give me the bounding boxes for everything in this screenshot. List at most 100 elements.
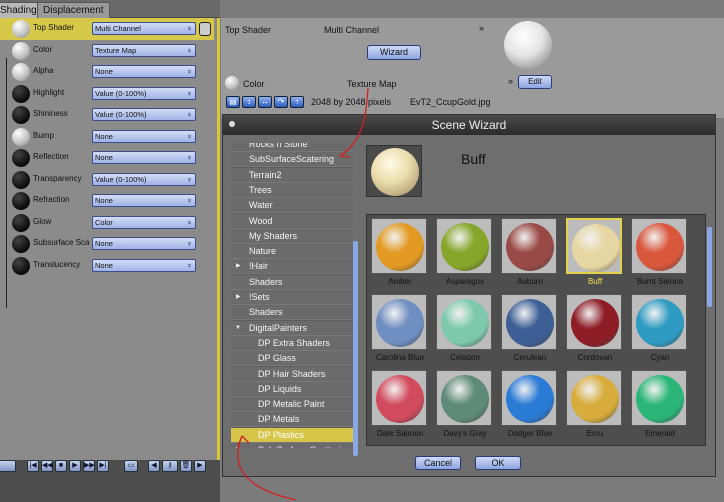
channel-row[interactable]: Subsurface Sca None — [0, 233, 214, 255]
channel-select[interactable]: None — [92, 129, 196, 143]
wizard-button[interactable]: Wizard — [367, 45, 421, 60]
category-item[interactable]: SubSurfaceScatering — [231, 152, 353, 168]
category-item[interactable]: My Shaders — [231, 228, 353, 244]
category-item[interactable]: DP Liquids — [231, 381, 353, 397]
channel-row[interactable]: Alpha None — [0, 61, 214, 83]
swatch-label: Dodger Blue — [507, 429, 553, 438]
swatch-item[interactable]: Dark Salmon — [369, 370, 427, 442]
channel-select[interactable]: None — [92, 65, 196, 78]
category-item[interactable]: DigitalPainters — [231, 320, 353, 336]
screen-icon[interactable]: ▭ — [124, 460, 138, 472]
category-item[interactable]: Rocks n Stone — [231, 143, 353, 152]
swatch-item[interactable]: Cordovan — [564, 294, 622, 366]
category-item[interactable]: DP Hair Shaders — [231, 366, 353, 382]
cancel-button[interactable]: Cancel — [415, 456, 461, 470]
channel-row[interactable]: Bump None — [0, 126, 214, 148]
category-item[interactable]: Wood — [231, 213, 353, 229]
channel-select[interactable]: None — [92, 151, 196, 164]
edit-button[interactable]: Edit — [518, 75, 552, 89]
category-item[interactable]: DP Glass — [231, 351, 353, 367]
swatch-item[interactable]: Cerulean — [499, 294, 557, 366]
top-shader-value[interactable]: Multi Channel — [324, 25, 379, 35]
rewind-icon[interactable]: ◀◀ — [41, 460, 53, 472]
prev-key-icon[interactable]: ◀ — [148, 460, 160, 472]
delete-key-icon[interactable]: 🗑 — [180, 460, 192, 472]
category-item[interactable]: !Hair — [231, 259, 353, 275]
category-item[interactable]: Nature — [231, 244, 353, 260]
channel-row[interactable]: Translucency None — [0, 255, 214, 277]
trash-icon[interactable] — [199, 22, 211, 36]
swatch-item[interactable]: Auburn — [499, 218, 557, 290]
swatch-label: Auburn — [517, 277, 543, 286]
channel-row[interactable]: Transparency Value (0-100%) — [0, 169, 214, 191]
category-item[interactable]: DP Extra Shaders — [231, 335, 353, 351]
flip-vertical-icon[interactable]: ↕ — [242, 96, 256, 108]
category-item[interactable]: DP Metals — [231, 412, 353, 428]
channel-select[interactable]: None — [92, 258, 196, 272]
swatch-item[interactable]: Davy's Gray — [434, 370, 492, 442]
category-scrollbar[interactable] — [353, 241, 358, 456]
tab-displacement[interactable]: Displacement — [37, 2, 110, 18]
category-item[interactable]: Trees — [231, 182, 353, 198]
swatch-item[interactable]: Buff — [564, 218, 622, 290]
channel-select[interactable]: Multi Channel — [92, 22, 196, 35]
image-size: 2048 by 2048 pixels — [311, 97, 392, 107]
category-item[interactable]: DP Metalic Paint — [231, 397, 353, 413]
swatch-item[interactable]: Asparagus — [434, 218, 492, 290]
toolbar-button[interactable] — [0, 460, 16, 472]
up-arrow-icon[interactable]: ↑ — [290, 96, 304, 108]
swatch-item[interactable]: Celadon — [434, 294, 492, 366]
stop-icon[interactable]: ■ — [55, 460, 67, 472]
fast-forward-icon[interactable]: ▶▶ — [83, 460, 95, 472]
channel-row[interactable]: Refraction None — [0, 190, 214, 212]
channel-label: Alpha — [33, 66, 54, 75]
ok-button[interactable]: OK — [475, 456, 521, 470]
category-item[interactable]: DP Plastics — [231, 427, 353, 443]
swatch-item[interactable]: Cyan — [629, 294, 687, 366]
swatch-item[interactable]: Burnt Sienna — [629, 218, 687, 290]
channel-row[interactable]: Glow Color — [0, 212, 214, 234]
channel-row[interactable]: Reflection None — [0, 147, 214, 169]
category-item[interactable]: Terrain2 — [231, 167, 353, 183]
channel-label: Color — [33, 44, 53, 54]
channel-select[interactable]: Value (0-100%) — [92, 86, 196, 100]
flip-horizontal-icon[interactable]: ↔ — [258, 96, 272, 108]
first-frame-icon[interactable]: |◀ — [27, 460, 39, 472]
channel-row[interactable]: Top Shader Multi Channel — [0, 18, 214, 40]
category-item[interactable]: Shaders — [231, 305, 353, 321]
swatch-scrollbar[interactable] — [707, 227, 712, 307]
open-file-icon[interactable]: ▤ — [226, 96, 240, 108]
channel-sphere-icon — [12, 106, 30, 124]
channel-sphere-icon — [12, 41, 30, 60]
chevron-down-icon[interactable]: » — [508, 76, 513, 86]
swatch-label: Buff — [587, 277, 603, 286]
channel-select[interactable]: Texture Map — [92, 43, 196, 57]
swatch-item[interactable]: Dodger Blue — [499, 370, 557, 442]
channel-select[interactable]: Value (0-100%) — [92, 108, 196, 121]
swatch-item[interactable]: Amber — [369, 218, 427, 290]
chevron-down-icon[interactable]: » — [479, 23, 484, 33]
channel-select[interactable]: Value (0-100%) — [92, 172, 196, 186]
channel-row[interactable]: Color Texture Map — [0, 40, 214, 62]
channel-row[interactable]: Shininess Value (0-100%) — [0, 104, 214, 126]
close-icon[interactable] — [229, 121, 235, 127]
next-key-icon[interactable]: ▶ — [194, 460, 206, 472]
category-item[interactable]: Sub Surface Scattering — [231, 443, 353, 448]
swatch-item[interactable]: Ecru — [564, 370, 622, 442]
key-icon[interactable]: ⚷ — [162, 460, 178, 472]
rotate-icon[interactable]: ↷ — [274, 96, 288, 108]
channel-select[interactable]: None — [92, 194, 196, 207]
channel-row[interactable]: Highlight Value (0-100%) — [0, 83, 214, 105]
swatch-label: Carolina Blue — [375, 353, 425, 362]
category-item[interactable]: Shaders — [231, 274, 353, 290]
play-icon[interactable]: ▶ — [69, 460, 81, 472]
channel-select[interactable]: None — [92, 237, 196, 250]
swatch-item[interactable]: Emerald — [629, 370, 687, 442]
category-item[interactable]: Water — [231, 198, 353, 214]
last-frame-icon[interactable]: ▶| — [97, 460, 109, 472]
channel-select[interactable]: Color — [92, 215, 196, 229]
category-item[interactable]: !Sets — [231, 290, 353, 305]
color-value[interactable]: Texture Map — [347, 79, 397, 89]
swatch-item[interactable]: Carolina Blue — [369, 294, 427, 366]
channel-sphere-icon — [12, 256, 30, 275]
